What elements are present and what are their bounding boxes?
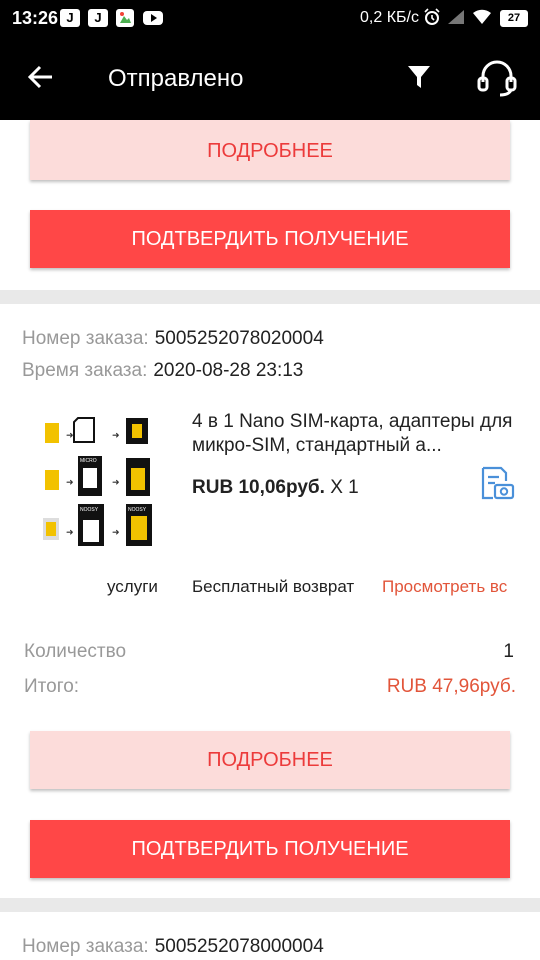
app-bar: Отправлено xyxy=(0,36,540,120)
page-title: Отправлено xyxy=(108,65,244,92)
order-number-label: Номер заказа: xyxy=(22,936,149,957)
svg-text:➜: ➜ xyxy=(66,430,74,440)
adapter-label: NOOSY xyxy=(80,507,99,513)
details-button[interactable]: ПОДРОБНЕЕ xyxy=(30,731,510,789)
order-number-row: Номер заказа: 5005252078000004 xyxy=(22,936,324,958)
product-quantity: X 1 xyxy=(330,477,359,498)
order-number: 5005252078000004 xyxy=(154,936,324,957)
product-name[interactable]: 4 в 1 Nano SIM-карта, адаптеры для микро… xyxy=(192,410,517,458)
app-notification-icon: J xyxy=(60,9,80,27)
free-return-label: Бесплатный возврат xyxy=(192,577,355,596)
app-notification-icon: J xyxy=(88,9,108,27)
details-button[interactable]: ПОДРОБНЕЕ xyxy=(30,120,510,180)
svg-text:➜: ➜ xyxy=(112,430,120,440)
youtube-icon xyxy=(142,8,164,33)
signal-icon xyxy=(446,8,466,31)
confirm-receipt-button[interactable]: ПОДТВЕРДИТЬ ПОЛУЧЕНИЕ xyxy=(30,210,510,268)
order-time-label: Время заказа: xyxy=(22,360,148,381)
photos-icon xyxy=(115,8,135,33)
total-value: RUB 47,96руб. xyxy=(386,676,516,697)
svg-text:➜: ➜ xyxy=(66,527,74,537)
snapshot-icon[interactable] xyxy=(479,465,515,506)
svg-text:➜: ➜ xyxy=(112,527,120,537)
order-time-row: Время заказа: 2020-08-28 23:13 xyxy=(22,360,303,382)
headset-icon[interactable] xyxy=(476,58,518,103)
view-more-link[interactable]: Просмотреть вс xyxy=(382,577,516,597)
product-price: RUB 10,06руб. xyxy=(192,477,325,498)
battery-icon: 27 xyxy=(500,10,528,27)
status-bar: 13:26 J J 0,2 КБ/с 27 xyxy=(0,0,540,36)
adapter-label: MICRO xyxy=(80,458,97,464)
order-time: 2020-08-28 23:13 xyxy=(153,360,304,381)
order-number-label: Номер заказа: xyxy=(22,328,149,349)
services-label: услуги xyxy=(107,577,158,596)
adapter-label: NOOSY xyxy=(128,507,147,513)
total-label: Итого: xyxy=(24,676,80,697)
svg-text:➜: ➜ xyxy=(112,477,120,487)
product-price-row: RUB 10,06руб. X 1 xyxy=(192,477,359,499)
status-time: 13:26 xyxy=(12,8,59,28)
confirm-receipt-button[interactable]: ПОДТВЕРДИТЬ ПОЛУЧЕНИЕ xyxy=(30,820,510,878)
order-card xyxy=(0,304,540,898)
quantity-value: 1 xyxy=(503,641,514,662)
alarm-icon xyxy=(423,8,441,31)
order-number: 5005252078020004 xyxy=(154,328,324,349)
order-number-row: Номер заказа: 5005252078020004 xyxy=(22,328,324,350)
quantity-label: Количество xyxy=(24,641,127,662)
product-image[interactable]: ➜ ➜ ➜ MICRO ➜ ➜ NOOSY ➜ NOOSY xyxy=(30,408,170,556)
svg-text:➜: ➜ xyxy=(66,477,74,487)
filter-icon[interactable] xyxy=(404,62,434,97)
wifi-icon xyxy=(472,8,492,31)
order-card: ПОДРОБНЕЕ ПОДТВЕРДИТЬ ПОЛУЧЕНИЕ xyxy=(0,120,540,290)
back-arrow-icon[interactable] xyxy=(26,62,56,97)
network-speed: 0,2 КБ/с xyxy=(360,9,419,26)
